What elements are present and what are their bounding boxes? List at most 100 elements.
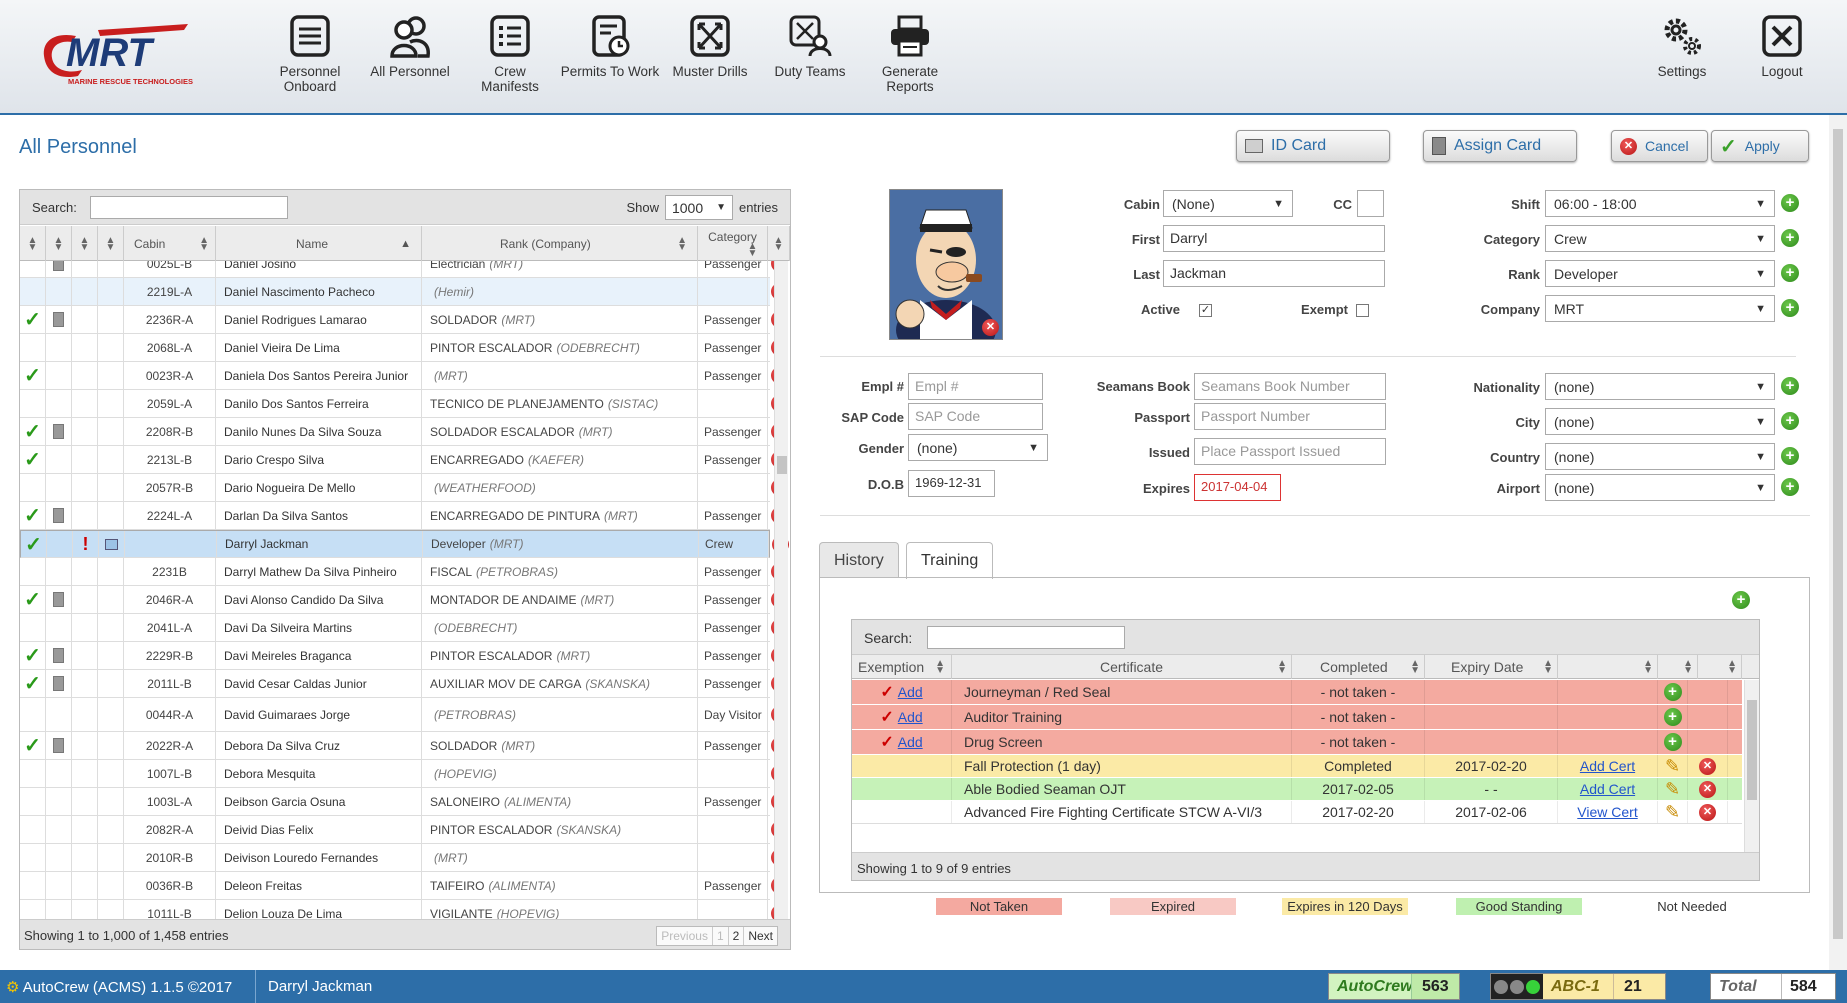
scroll-thumb[interactable] — [1833, 129, 1843, 939]
add-exemption-link[interactable]: Add — [898, 684, 923, 700]
pencil-icon[interactable]: ✎ — [1665, 802, 1680, 823]
training-scrollbar[interactable] — [1744, 680, 1759, 852]
table-row[interactable]: ✓ 2229R-B Davi Meireles Braganca PINTOR ESC… — [20, 642, 788, 670]
table-row[interactable]: 0025L-B Daniel Josino Electrician (MRT) Pass… — [20, 261, 788, 278]
seamans-book-input[interactable]: Seamans Book Number — [1194, 373, 1386, 400]
table-row[interactable]: 2041L-A Davi Da Silveira Martins (ODEBRECH… — [20, 614, 788, 642]
add-shift-icon[interactable]: + — [1781, 194, 1799, 212]
cert-action-link[interactable]: View Cert — [1577, 804, 1637, 820]
add-nationality-icon[interactable]: + — [1781, 377, 1799, 395]
add-rank-icon[interactable]: + — [1781, 264, 1799, 282]
list-scrollbar[interactable] — [774, 261, 788, 921]
nav-muster-drills[interactable]: Muster Drills — [660, 14, 760, 79]
cc-input[interactable] — [1357, 190, 1384, 217]
table-row[interactable]: ✓!Darryl JackmanDeveloper(MRT)Crew✕ — [20, 530, 789, 558]
cancel-button[interactable]: ✕ Cancel — [1611, 130, 1708, 162]
table-row[interactable]: 2219L-ADaniel Nascimento Pacheco(Hemir)✕ — [20, 278, 788, 306]
sort-photo[interactable]: ▲ ▼ — [98, 226, 124, 261]
scroll-thumb[interactable] — [1747, 700, 1757, 800]
nav-all-personnel[interactable]: All Personnel — [360, 14, 460, 79]
cert-action-link[interactable]: Add Cert — [1580, 758, 1635, 774]
table-row[interactable]: ✓ 2046R-A Davi Alonso Candido Da Silva MONT… — [20, 586, 788, 614]
airport-select[interactable]: (none) ▼ — [1545, 474, 1775, 501]
rank-select[interactable]: Developer ▼ — [1545, 260, 1775, 287]
table-row[interactable]: ✓ 2022R-A Debora Da Silva Cruz SOLDADOR (MRT… — [20, 732, 788, 760]
exempt-checkbox[interactable] — [1356, 304, 1369, 317]
table-row[interactable]: 2068L-A Daniel Vieira De Lima PINTOR ESCAL… — [20, 334, 788, 362]
page-scrollbar[interactable] — [1829, 115, 1847, 970]
sort-delete[interactable]: ▲ ▼ — [768, 226, 790, 261]
tab-training[interactable]: Training — [906, 542, 994, 579]
sort-alert[interactable]: ▲ ▼ — [72, 226, 98, 261]
scroll-thumb[interactable] — [777, 456, 787, 474]
expires-input[interactable]: 2017-04-04 — [1194, 474, 1281, 501]
table-row[interactable]: ✓ 2213L-B Dario Crespo Silva ENCARREGADO (KA… — [20, 446, 788, 474]
nav-personnel-onboard[interactable]: Personnel Onboard — [260, 14, 360, 94]
nav-permits-to-work[interactable]: Permits To Work — [560, 14, 660, 79]
table-row[interactable]: 2231B Darryl Mathew Da Silva Pinheiro FISC… — [20, 558, 788, 586]
cert-action-link[interactable]: Add Cert — [1580, 781, 1635, 797]
last-name-input[interactable]: Jackman — [1163, 260, 1385, 287]
table-row[interactable]: 2082R-A Deivid Dias Felix PINTOR ESCALADOR… — [20, 816, 788, 844]
training-row[interactable]: Able Bodied Seaman OJT 2017-02-05- - Add C… — [852, 778, 1742, 801]
personnel-photo[interactable]: ✕ — [889, 189, 1003, 340]
table-row[interactable]: 2059L-A Danilo Dos Santos Ferreira TECNICO… — [20, 390, 788, 418]
sap-code-input[interactable]: SAP Code — [908, 403, 1043, 430]
add-cert-icon[interactable]: + — [1663, 708, 1682, 726]
delete-icon[interactable]: ✕ — [1699, 780, 1716, 798]
sort-edit[interactable]: ▲ ▼ — [1658, 655, 1698, 679]
delete-icon[interactable]: ✕ — [1699, 803, 1716, 821]
sort-action[interactable]: ▲ ▼ — [1558, 655, 1658, 679]
nav-crew-manifests[interactable]: Crew Manifests — [460, 14, 560, 94]
table-row[interactable]: ✓ 2224L-A Darlan Da Silva Santos ENCARREGAD… — [20, 502, 788, 530]
nav-settings[interactable]: Settings — [1632, 14, 1732, 79]
table-row[interactable]: 1011L-B Delion Louza De Lima VIGILANTE (HOP… — [20, 900, 788, 921]
pager-page-2[interactable]: 2 — [729, 927, 745, 945]
col-exemption[interactable]: Exemption ▲ ▼ — [852, 655, 952, 679]
pager-page-1[interactable]: 1 — [713, 927, 729, 945]
nationality-select[interactable]: (none) ▼ — [1545, 373, 1775, 400]
country-select[interactable]: (none) ▼ — [1545, 443, 1775, 470]
cabin-select[interactable]: (None) ▼ — [1163, 190, 1293, 217]
sort-delete[interactable]: ▲ ▼ — [1698, 655, 1742, 679]
table-row[interactable]: ✓ 2011L-B David Cesar Caldas Junior AUXILIA… — [20, 670, 788, 698]
training-row[interactable]: Advanced Fire Fighting Certificate STCW … — [852, 801, 1742, 824]
col-cabin[interactable]: Cabin ▲ ▼ — [124, 226, 216, 261]
pencil-icon[interactable]: ✎ — [1665, 779, 1680, 800]
table-row[interactable]: 0036R-B Deleon Freitas TAIFEIRO (ALIMENTA) P… — [20, 872, 788, 900]
tab-history[interactable]: History — [819, 542, 899, 578]
passport-input[interactable]: Passport Number — [1194, 403, 1386, 430]
nav-logout[interactable]: Logout — [1732, 14, 1832, 79]
col-completed[interactable]: Completed ▲ ▼ — [1292, 655, 1425, 679]
training-row[interactable]: Fall Protection (1 day) Completed 2017-02-… — [852, 755, 1742, 778]
table-row[interactable]: 1003L-A Deibson Garcia Osuna SALONEIRO (ALI… — [20, 788, 788, 816]
col-rank[interactable]: Rank (Company) ▲ ▼ — [422, 226, 698, 261]
table-row[interactable]: 1007L-BDebora Mesquita(HOPEVIG)✕ — [20, 760, 788, 788]
table-row[interactable]: 2057R-B Dario Nogueira De Mello (WEATHERFO… — [20, 474, 788, 502]
add-category-icon[interactable]: + — [1781, 229, 1799, 247]
add-exemption-link[interactable]: Add — [898, 709, 923, 725]
add-training-icon[interactable]: + — [1732, 591, 1750, 609]
add-city-icon[interactable]: + — [1781, 412, 1799, 430]
delete-icon[interactable]: ✕ — [1699, 757, 1716, 775]
gender-select[interactable]: (none) ▼ — [908, 434, 1048, 461]
sort-status[interactable]: ▲ ▼ — [20, 226, 46, 261]
entries-select[interactable]: 1000 ▼ — [664, 195, 733, 220]
training-search-input[interactable] — [927, 626, 1125, 649]
company-select[interactable]: MRT ▼ — [1545, 295, 1775, 322]
table-row[interactable]: 0044R-A David Guimaraes Jorge (PETROBRAS) D… — [20, 698, 788, 732]
add-airport-icon[interactable]: + — [1781, 478, 1799, 496]
empl-input[interactable]: Empl # — [908, 373, 1043, 400]
category-select[interactable]: Crew ▼ — [1545, 225, 1775, 252]
table-row[interactable]: ✓ 2208R-B Danilo Nunes Da Silva Souza SOLDA… — [20, 418, 788, 446]
sort-card[interactable]: ▲ ▼ — [46, 226, 72, 261]
pager-next[interactable]: Next — [744, 927, 777, 945]
training-row[interactable]: ✓ Add Journeyman / Red Seal - not taken - + — [852, 680, 1742, 705]
id-card-button[interactable]: ID Card — [1236, 130, 1390, 162]
table-row[interactable]: ✓ 0023R-A Daniela Dos Santos Pereira Junio… — [20, 362, 788, 390]
search-input[interactable] — [90, 196, 288, 219]
add-cert-icon[interactable]: + — [1663, 683, 1682, 701]
pencil-icon[interactable]: ✎ — [1665, 756, 1680, 777]
remove-photo-icon[interactable]: ✕ — [982, 319, 999, 336]
pager-previous[interactable]: Previous — [657, 927, 713, 945]
